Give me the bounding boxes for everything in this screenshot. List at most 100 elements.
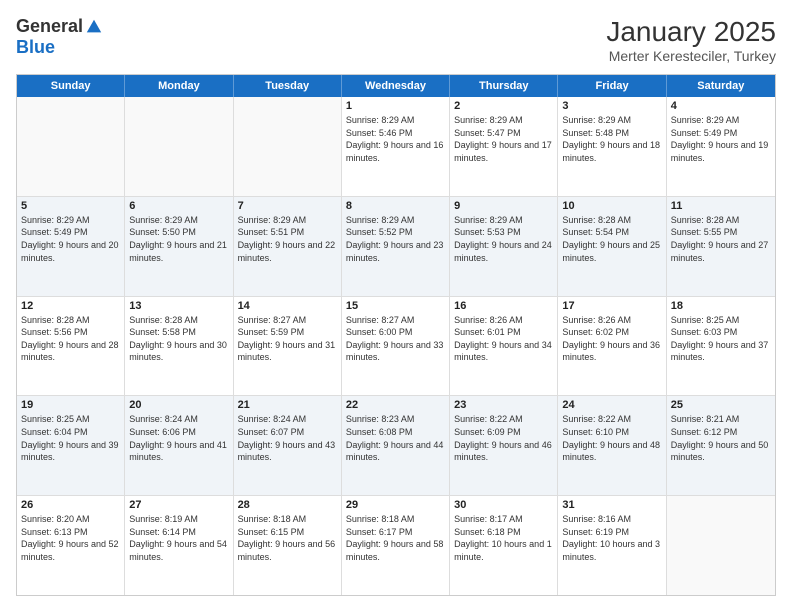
day-number: 8 [346, 200, 445, 212]
cell-sun-info: Sunrise: 8:29 AM Sunset: 5:49 PM Dayligh… [21, 214, 120, 264]
cell-sun-info: Sunrise: 8:29 AM Sunset: 5:50 PM Dayligh… [129, 214, 228, 264]
cell-sun-info: Sunrise: 8:27 AM Sunset: 5:59 PM Dayligh… [238, 314, 337, 364]
cell-sun-info: Sunrise: 8:17 AM Sunset: 6:18 PM Dayligh… [454, 513, 553, 563]
cell-sun-info: Sunrise: 8:25 AM Sunset: 6:04 PM Dayligh… [21, 413, 120, 463]
day-number: 30 [454, 499, 553, 511]
cell-sun-info: Sunrise: 8:24 AM Sunset: 6:06 PM Dayligh… [129, 413, 228, 463]
calendar-row: 12 Sunrise: 8:28 AM Sunset: 5:56 PM Dayli… [17, 297, 775, 397]
day-number: 23 [454, 399, 553, 411]
calendar-cell: 1 Sunrise: 8:29 AM Sunset: 5:46 PM Daylig… [342, 97, 450, 196]
cell-sun-info: Sunrise: 8:22 AM Sunset: 6:10 PM Dayligh… [562, 413, 661, 463]
cell-sun-info: Sunrise: 8:21 AM Sunset: 6:12 PM Dayligh… [671, 413, 771, 463]
day-number: 25 [671, 399, 771, 411]
calendar-cell: 20 Sunrise: 8:24 AM Sunset: 6:06 PM Dayli… [125, 396, 233, 495]
location-subtitle: Merter Keresteciler, Turkey [606, 48, 776, 64]
calendar-cell: 6Sunrise: 8:29 AM Sunset: 5:50 PM Daylig… [125, 197, 233, 296]
weekday-header: Friday [558, 75, 666, 97]
day-number: 19 [21, 399, 120, 411]
cell-sun-info: Sunrise: 8:29 AM Sunset: 5:51 PM Dayligh… [238, 214, 337, 264]
day-number: 2 [454, 100, 553, 112]
day-number: 15 [346, 300, 445, 312]
calendar-cell: 5 Sunrise: 8:29 AM Sunset: 5:49 PM Daylig… [17, 197, 125, 296]
calendar-header: SundayMondayTuesdayWednesdayThursdayFrid… [17, 75, 775, 97]
day-number: 11 [671, 200, 771, 212]
day-number: 22 [346, 399, 445, 411]
day-number: 3 [562, 100, 661, 112]
logo-icon [85, 18, 103, 36]
cell-sun-info: Sunrise: 8:25 AM Sunset: 6:03 PM Dayligh… [671, 314, 771, 364]
cell-sun-info: Sunrise: 8:29 AM Sunset: 5:49 PM Dayligh… [671, 114, 771, 164]
cell-sun-info: Sunrise: 8:29 AM Sunset: 5:48 PM Dayligh… [562, 114, 661, 164]
calendar-cell: 21 Sunrise: 8:24 AM Sunset: 6:07 PM Dayli… [234, 396, 342, 495]
day-number: 21 [238, 399, 337, 411]
calendar-cell: 9 Sunrise: 8:29 AM Sunset: 5:53 PM Daylig… [450, 197, 558, 296]
calendar-row: 1 Sunrise: 8:29 AM Sunset: 5:46 PM Daylig… [17, 97, 775, 197]
calendar-cell [17, 97, 125, 196]
weekday-header: Wednesday [342, 75, 450, 97]
weekday-header: Monday [125, 75, 233, 97]
title-block: January 2025 Merter Keresteciler, Turkey [606, 16, 776, 64]
logo: General Blue [16, 16, 103, 58]
cell-sun-info: Sunrise: 8:27 AM Sunset: 6:00 PM Dayligh… [346, 314, 445, 364]
cell-sun-info: Sunrise: 8:18 AM Sunset: 6:15 PM Dayligh… [238, 513, 337, 563]
calendar-body: 1 Sunrise: 8:29 AM Sunset: 5:46 PM Daylig… [17, 97, 775, 595]
calendar-row: 5 Sunrise: 8:29 AM Sunset: 5:49 PM Daylig… [17, 197, 775, 297]
calendar-cell: 11 Sunrise: 8:28 AM Sunset: 5:55 PM Dayli… [667, 197, 775, 296]
calendar-cell: 13 Sunrise: 8:28 AM Sunset: 5:58 PM Dayli… [125, 297, 233, 396]
calendar-cell: 2Sunrise: 8:29 AM Sunset: 5:47 PM Daylig… [450, 97, 558, 196]
weekday-header: Saturday [667, 75, 775, 97]
logo-blue-text: Blue [16, 37, 55, 58]
calendar-row: 19 Sunrise: 8:25 AM Sunset: 6:04 PM Dayli… [17, 396, 775, 496]
day-number: 13 [129, 300, 228, 312]
day-number: 28 [238, 499, 337, 511]
logo-general-text: General [16, 16, 83, 37]
calendar-cell [667, 496, 775, 595]
weekday-header: Thursday [450, 75, 558, 97]
month-title: January 2025 [606, 16, 776, 48]
cell-sun-info: Sunrise: 8:16 AM Sunset: 6:19 PM Dayligh… [562, 513, 661, 563]
calendar-cell: 17Sunrise: 8:26 AM Sunset: 6:02 PM Dayli… [558, 297, 666, 396]
day-number: 12 [21, 300, 120, 312]
day-number: 10 [562, 200, 661, 212]
cell-sun-info: Sunrise: 8:24 AM Sunset: 6:07 PM Dayligh… [238, 413, 337, 463]
day-number: 5 [21, 200, 120, 212]
calendar-cell [234, 97, 342, 196]
cell-sun-info: Sunrise: 8:19 AM Sunset: 6:14 PM Dayligh… [129, 513, 228, 563]
cell-sun-info: Sunrise: 8:29 AM Sunset: 5:53 PM Dayligh… [454, 214, 553, 264]
cell-sun-info: Sunrise: 8:28 AM Sunset: 5:58 PM Dayligh… [129, 314, 228, 364]
calendar-cell: 15 Sunrise: 8:27 AM Sunset: 6:00 PM Dayli… [342, 297, 450, 396]
calendar-cell: 3 Sunrise: 8:29 AM Sunset: 5:48 PM Daylig… [558, 97, 666, 196]
day-number: 9 [454, 200, 553, 212]
day-number: 29 [346, 499, 445, 511]
day-number: 31 [562, 499, 661, 511]
calendar-cell: 8Sunrise: 8:29 AM Sunset: 5:52 PM Daylig… [342, 197, 450, 296]
day-number: 1 [346, 100, 445, 112]
calendar-cell: 14 Sunrise: 8:27 AM Sunset: 5:59 PM Dayli… [234, 297, 342, 396]
calendar-cell: 26 Sunrise: 8:20 AM Sunset: 6:13 PM Dayli… [17, 496, 125, 595]
cell-sun-info: Sunrise: 8:28 AM Sunset: 5:56 PM Dayligh… [21, 314, 120, 364]
calendar-cell: 28 Sunrise: 8:18 AM Sunset: 6:15 PM Dayli… [234, 496, 342, 595]
cell-sun-info: Sunrise: 8:26 AM Sunset: 6:01 PM Dayligh… [454, 314, 553, 364]
day-number: 17 [562, 300, 661, 312]
calendar: SundayMondayTuesdayWednesdayThursdayFrid… [16, 74, 776, 596]
day-number: 20 [129, 399, 228, 411]
calendar-cell: 18 Sunrise: 8:25 AM Sunset: 6:03 PM Dayli… [667, 297, 775, 396]
day-number: 16 [454, 300, 553, 312]
calendar-cell: 30 Sunrise: 8:17 AM Sunset: 6:18 PM Dayli… [450, 496, 558, 595]
calendar-cell: 29Sunrise: 8:18 AM Sunset: 6:17 PM Dayli… [342, 496, 450, 595]
day-number: 27 [129, 499, 228, 511]
cell-sun-info: Sunrise: 8:29 AM Sunset: 5:46 PM Dayligh… [346, 114, 445, 164]
cell-sun-info: Sunrise: 8:20 AM Sunset: 6:13 PM Dayligh… [21, 513, 120, 563]
calendar-cell: 31 Sunrise: 8:16 AM Sunset: 6:19 PM Dayli… [558, 496, 666, 595]
cell-sun-info: Sunrise: 8:28 AM Sunset: 5:54 PM Dayligh… [562, 214, 661, 264]
day-number: 18 [671, 300, 771, 312]
calendar-cell: 22Sunrise: 8:23 AM Sunset: 6:08 PM Dayli… [342, 396, 450, 495]
day-number: 24 [562, 399, 661, 411]
weekday-header: Tuesday [234, 75, 342, 97]
calendar-cell: 10 Sunrise: 8:28 AM Sunset: 5:54 PM Dayli… [558, 197, 666, 296]
calendar-cell: 7Sunrise: 8:29 AM Sunset: 5:51 PM Daylig… [234, 197, 342, 296]
calendar-cell: 27 Sunrise: 8:19 AM Sunset: 6:14 PM Dayli… [125, 496, 233, 595]
day-number: 26 [21, 499, 120, 511]
cell-sun-info: Sunrise: 8:28 AM Sunset: 5:55 PM Dayligh… [671, 214, 771, 264]
day-number: 14 [238, 300, 337, 312]
